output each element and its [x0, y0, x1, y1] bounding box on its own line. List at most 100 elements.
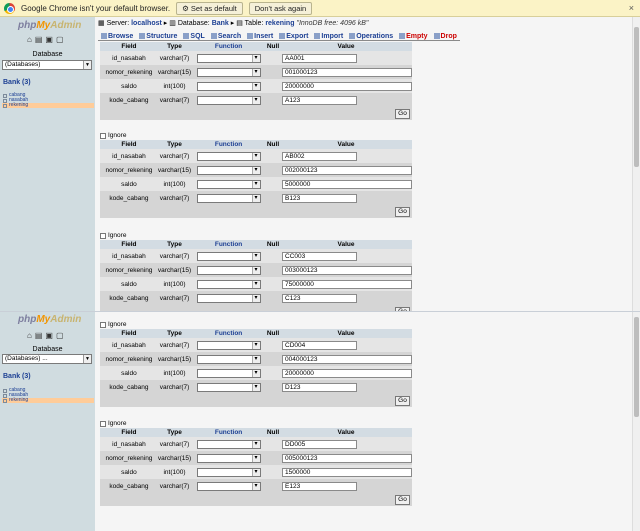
function-select[interactable]: [196, 368, 261, 378]
ignore-checkbox[interactable]: [100, 232, 106, 239]
function-select[interactable]: [196, 293, 261, 303]
value-input[interactable]: 1500000: [282, 467, 412, 477]
ignore-checkbox[interactable]: [100, 132, 106, 139]
function-select[interactable]: [196, 179, 261, 189]
function-select[interactable]: [196, 95, 261, 105]
ignore-checkbox-row[interactable]: Ignore: [100, 320, 412, 329]
table-row: id_nasabahvarchar(7) DD005: [100, 437, 412, 451]
ignore-checkbox-row[interactable]: Ignore: [100, 419, 412, 428]
scrollbar-thumb[interactable]: [634, 27, 639, 167]
function-select[interactable]: [196, 265, 261, 275]
ignore-checkbox[interactable]: [100, 321, 106, 328]
docs-icon[interactable]: ▣: [45, 35, 53, 44]
function-cell: [191, 451, 267, 465]
ignore-checkbox[interactable]: [100, 420, 106, 427]
function-cell: [191, 249, 267, 263]
field-type: int(100): [157, 366, 192, 380]
tab-insert[interactable]: Insert: [244, 32, 277, 41]
function-select[interactable]: [196, 340, 261, 350]
query-window-icon[interactable]: ▢: [56, 35, 64, 44]
function-select[interactable]: [196, 193, 261, 203]
value-input[interactable]: CC003: [282, 251, 357, 261]
scrollbar[interactable]: [632, 17, 640, 311]
db-name-link[interactable]: Bank (3): [3, 373, 31, 380]
tab-sql[interactable]: SQL: [180, 32, 208, 41]
tab-export[interactable]: Export: [276, 32, 312, 41]
function-select[interactable]: [196, 53, 261, 63]
database-select[interactable]: (Databases) ▼: [2, 60, 92, 70]
ignore-checkbox-row[interactable]: Ignore: [100, 131, 412, 140]
tab-structure[interactable]: Structure: [136, 32, 181, 41]
ignore-checkbox-row[interactable]: Ignore: [100, 231, 412, 240]
function-select[interactable]: [196, 439, 261, 449]
value-input[interactable]: AB002: [282, 151, 357, 161]
value-input[interactable]: B123: [282, 193, 357, 203]
database-link[interactable]: Bank: [212, 20, 229, 27]
go-button[interactable]: Go: [395, 396, 410, 406]
database-select[interactable]: (Databases) ... ▼: [2, 354, 92, 364]
function-select[interactable]: [196, 67, 261, 77]
go-button[interactable]: Go: [395, 207, 410, 217]
value-input[interactable]: 005000123: [282, 453, 412, 463]
table-item-rekening[interactable]: rekening: [2, 398, 94, 403]
function-select[interactable]: [196, 251, 261, 261]
function-select[interactable]: [196, 453, 261, 463]
function-cell: [191, 277, 267, 291]
dont-ask-again-button[interactable]: Don't ask again: [248, 1, 313, 15]
function-select[interactable]: [196, 354, 261, 364]
set-as-default-button[interactable]: ⚙ Set as default: [176, 1, 243, 15]
phpmyadmin-logo[interactable]: phpMyAdmin: [18, 314, 81, 325]
value-input[interactable]: 003000123: [282, 265, 412, 275]
value-input[interactable]: 001000123: [282, 67, 412, 77]
function-cell: [191, 352, 267, 366]
docs-icon[interactable]: ▣: [45, 331, 53, 340]
value-input[interactable]: C123: [282, 293, 357, 303]
main-content: Ignore Field Type Function Null Value id_nasab…: [95, 312, 632, 531]
value-input[interactable]: 20000000: [282, 368, 412, 378]
server-link[interactable]: localhost: [131, 20, 162, 27]
function-select[interactable]: [196, 467, 261, 477]
value-cell: 5000000: [280, 177, 412, 191]
go-button[interactable]: Go: [395, 109, 410, 119]
table-header-row: Field Type Function Null Value: [100, 42, 412, 51]
value-input[interactable]: CD004: [282, 340, 357, 350]
home-icon[interactable]: ⌂: [27, 35, 32, 44]
table-item-rekening[interactable]: rekening: [2, 103, 94, 108]
tab-empty[interactable]: Empty: [396, 32, 431, 41]
phpmyadmin-logo[interactable]: phpMyAdmin: [18, 20, 81, 31]
scrollbar[interactable]: [632, 312, 640, 531]
value-input[interactable]: 20000000: [282, 81, 412, 91]
function-select[interactable]: [196, 481, 261, 491]
function-select[interactable]: [196, 165, 261, 175]
go-button[interactable]: Go: [395, 495, 410, 505]
tab-import[interactable]: Import: [311, 32, 347, 41]
value-input[interactable]: 75000000: [282, 279, 412, 289]
tab-search[interactable]: Search: [207, 32, 245, 41]
column-header-field: Field: [100, 140, 158, 149]
tab-drop[interactable]: Drop: [430, 32, 460, 41]
function-select[interactable]: [196, 279, 261, 289]
close-icon[interactable]: ×: [629, 3, 634, 13]
value-input[interactable]: 004000123: [282, 354, 412, 364]
scrollbar-thumb[interactable]: [634, 317, 639, 417]
function-select[interactable]: [196, 81, 261, 91]
tab-browse[interactable]: Browse: [98, 32, 137, 41]
table-link[interactable]: rekening: [265, 20, 294, 27]
value-input[interactable]: 5000000: [282, 179, 412, 189]
field-name: id_nasabah: [100, 51, 158, 65]
home-icon[interactable]: ⌂: [27, 331, 32, 340]
function-select[interactable]: [196, 151, 261, 161]
function-select[interactable]: [196, 382, 261, 392]
query-window-icon[interactable]: ▢: [56, 331, 64, 340]
field-name: saldo: [100, 277, 158, 291]
tab-operations[interactable]: Operations: [346, 32, 397, 41]
value-input[interactable]: 002000123: [282, 165, 412, 175]
value-input[interactable]: E123: [282, 481, 357, 491]
value-input[interactable]: DD005: [282, 439, 357, 449]
value-input[interactable]: A123: [282, 95, 357, 105]
value-input[interactable]: AA001: [282, 53, 357, 63]
sql-window-icon[interactable]: ▤: [35, 35, 43, 44]
value-input[interactable]: D123: [282, 382, 357, 392]
db-name-link[interactable]: Bank (3): [3, 79, 31, 86]
sql-window-icon[interactable]: ▤: [35, 331, 43, 340]
